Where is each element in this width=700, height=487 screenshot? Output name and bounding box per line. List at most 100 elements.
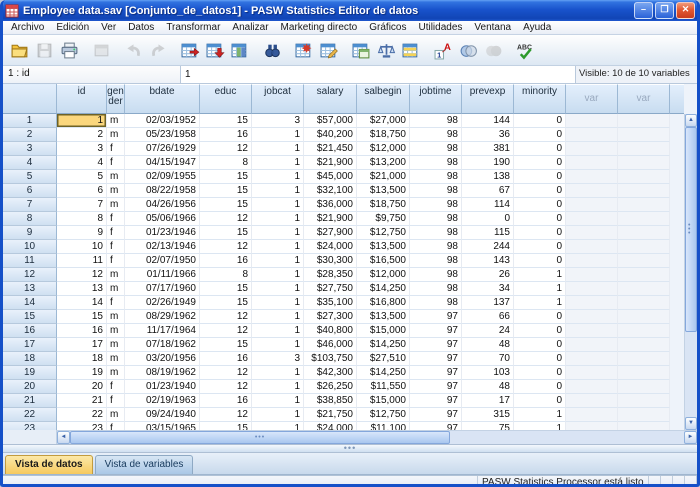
cell-jobtime[interactable]: 98 [410,184,462,198]
cell-var2[interactable] [618,282,670,296]
cell-salary[interactable]: $35,100 [304,296,357,310]
cell-jobtime[interactable]: 98 [410,170,462,184]
cell-gender[interactable]: m [107,184,125,198]
cell-gender[interactable]: f [107,226,125,240]
menu-marketing-directo[interactable]: Marketing directo [275,21,364,34]
row-number[interactable]: 19 [3,366,57,380]
cell-var1[interactable] [566,198,618,212]
insert-cases-icon[interactable] [292,38,317,62]
cell-var2[interactable] [618,114,670,128]
cell-id[interactable]: 17 [57,338,107,352]
cell-salbegin[interactable]: $12,750 [357,226,410,240]
cell-bdate[interactable]: 11/17/1964 [125,324,200,338]
menu-archivo[interactable]: Archivo [5,21,50,34]
vertical-scrollbar[interactable]: ▲ ••• ▼ [684,114,697,430]
row-number[interactable]: 23 [3,422,57,430]
cell-minority[interactable]: 0 [514,352,566,366]
cell-bdate[interactable]: 07/18/1962 [125,338,200,352]
cell-minority[interactable]: 1 [514,296,566,310]
vertical-scroll-thumb[interactable]: ••• [685,127,697,332]
cell-bdate[interactable]: 08/29/1962 [125,310,200,324]
cell-gender[interactable]: f [107,394,125,408]
cell-jobcat[interactable]: 1 [252,226,304,240]
cell-salbegin[interactable]: $21,000 [357,170,410,184]
cell-jobtime[interactable]: 97 [410,324,462,338]
cell-var2[interactable] [618,408,670,422]
cell-id[interactable]: 7 [57,198,107,212]
cell-jobcat[interactable]: 1 [252,212,304,226]
row-number[interactable]: 8 [3,212,57,226]
cell-bdate[interactable]: 02/26/1949 [125,296,200,310]
spell-check-icon[interactable]: ABC [513,38,538,62]
cell-minority[interactable]: 0 [514,394,566,408]
menu-edicion[interactable]: Edición [50,21,95,34]
scroll-left-button[interactable]: ◄ [57,431,70,444]
cell-minority[interactable]: 1 [514,422,566,430]
cell-gender[interactable]: m [107,338,125,352]
cell-gender[interactable]: f [107,254,125,268]
cell-educ[interactable]: 12 [200,366,252,380]
value-labels-icon[interactable]: 1A [431,38,456,62]
goto-case-icon[interactable] [178,38,203,62]
cell-var1[interactable] [566,268,618,282]
cell-id[interactable]: 10 [57,240,107,254]
cell-id[interactable]: 20 [57,380,107,394]
cell-jobtime[interactable]: 98 [410,142,462,156]
cell-educ[interactable]: 15 [200,282,252,296]
cell-id[interactable]: 3 [57,142,107,156]
cell-educ[interactable]: 15 [200,114,252,128]
cell-bdate[interactable]: 03/20/1956 [125,352,200,366]
row-number[interactable]: 4 [3,156,57,170]
cell-jobtime[interactable]: 98 [410,296,462,310]
horizontal-scroll-trough[interactable] [450,431,684,444]
cell-salary[interactable]: $24,000 [304,422,357,430]
row-number[interactable]: 18 [3,352,57,366]
horizontal-scroll-thumb[interactable]: ••• [70,431,450,444]
cell-prevexp[interactable]: 115 [462,226,514,240]
cell-gender[interactable]: f [107,240,125,254]
scroll-right-button[interactable]: ► [684,431,697,444]
cell-educ[interactable]: 8 [200,268,252,282]
cell-id[interactable]: 12 [57,268,107,282]
cell-educ[interactable]: 15 [200,198,252,212]
menu-utilidades[interactable]: Utilidades [412,21,468,34]
goto-variable-icon[interactable] [203,38,228,62]
cell-jobtime[interactable]: 98 [410,198,462,212]
cell-salary[interactable]: $103,750 [304,352,357,366]
row-number[interactable]: 21 [3,394,57,408]
cell-educ[interactable]: 15 [200,422,252,430]
cell-gender[interactable]: f [107,212,125,226]
cell-prevexp[interactable]: 138 [462,170,514,184]
cell-salary[interactable]: $38,850 [304,394,357,408]
cell-var2[interactable] [618,142,670,156]
cell-salbegin[interactable]: $14,250 [357,282,410,296]
cell-var1[interactable] [566,142,618,156]
cell-bdate[interactable]: 01/23/1940 [125,380,200,394]
cell-bdate[interactable]: 01/11/1966 [125,268,200,282]
cell-jobcat[interactable]: 1 [252,310,304,324]
column-header-jobtime[interactable]: jobtime [410,84,462,114]
tab-data-view[interactable]: Vista de datos [5,455,93,474]
cell-editor-input[interactable] [181,66,575,83]
cell-prevexp[interactable]: 103 [462,366,514,380]
cell-educ[interactable]: 15 [200,226,252,240]
cell-id[interactable]: 6 [57,184,107,198]
row-number[interactable]: 14 [3,296,57,310]
row-number[interactable]: 2 [3,128,57,142]
cell-id[interactable]: 2 [57,128,107,142]
cell-var1[interactable] [566,226,618,240]
cell-gender[interactable]: f [107,156,125,170]
row-number[interactable]: 11 [3,254,57,268]
cell-id[interactable]: 8 [57,212,107,226]
cell-prevexp[interactable]: 70 [462,352,514,366]
cell-var1[interactable] [566,366,618,380]
open-file-icon[interactable] [7,38,32,62]
cell-bdate[interactable]: 02/07/1950 [125,254,200,268]
cell-minority[interactable]: 0 [514,184,566,198]
cell-id[interactable]: 15 [57,310,107,324]
cell-salbegin[interactable]: $12,000 [357,142,410,156]
cell-prevexp[interactable]: 34 [462,282,514,296]
menu-ayuda[interactable]: Ayuda [517,21,557,34]
cell-jobcat[interactable]: 1 [252,240,304,254]
close-button[interactable]: ✕ [676,2,695,19]
